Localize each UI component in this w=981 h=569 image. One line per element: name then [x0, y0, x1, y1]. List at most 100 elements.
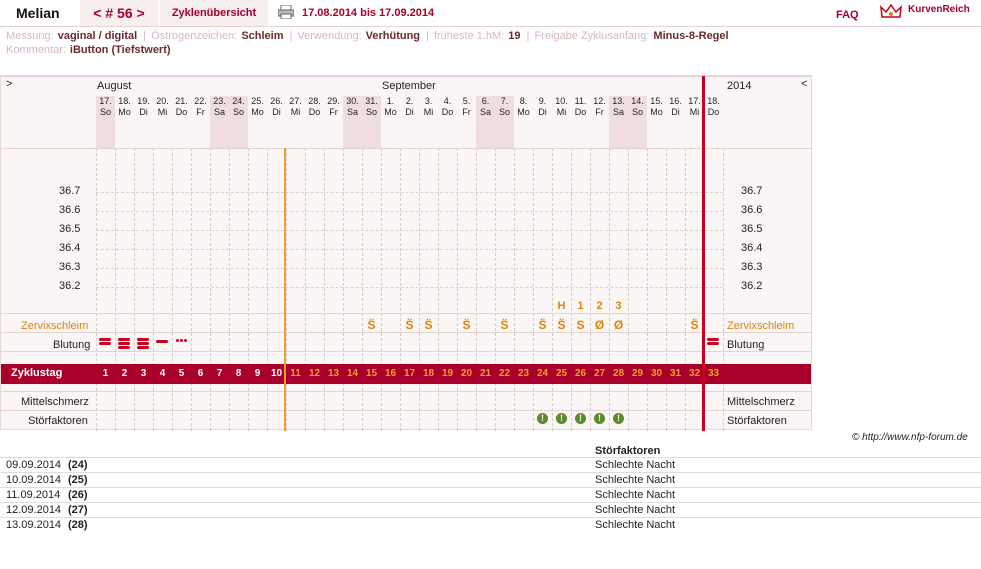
day-weekday: Do	[707, 107, 720, 117]
grid-vertical-line	[210, 148, 211, 431]
disturbance-icon: !	[556, 413, 567, 424]
cycle-day-number: 3	[140, 368, 147, 379]
temp-grid-line	[96, 230, 723, 231]
cycle-day-number: 7	[216, 368, 223, 379]
day-weekday: So	[365, 107, 377, 117]
copyright[interactable]: © http://www.nfp-forum.de	[852, 432, 968, 443]
day-date: 15.	[650, 96, 663, 106]
temp-label-left: 36.7	[59, 185, 81, 197]
cycle-day-number: 19	[441, 368, 454, 379]
day-weekday: Fr	[595, 107, 604, 117]
day-column: 1. Mo	[381, 96, 400, 148]
temp-label-right: 36.5	[741, 223, 763, 235]
blutung-label-right: Blutung	[727, 339, 765, 351]
stoer-label-right: Störfaktoren	[727, 415, 787, 427]
freigabe-label: Freigabe Zyklusanfang:	[534, 30, 650, 42]
cycle-day-number: 21	[479, 368, 492, 379]
zervix-mark: S̈	[367, 318, 376, 332]
cycle-day-number: 27	[593, 368, 606, 379]
bleeding-mark	[156, 340, 168, 343]
cycle-nav-button[interactable]: < # 56 >	[80, 0, 158, 26]
overview-tab[interactable]: Zyklenübersicht	[160, 0, 268, 26]
cycle-day-number: 11	[290, 368, 301, 379]
day-column: 21. Do	[172, 96, 191, 148]
day-date: 20.	[156, 96, 169, 106]
day-column: 2. Di	[400, 96, 419, 148]
day-weekday: Mo	[650, 107, 663, 117]
faq-link[interactable]: FAQ	[836, 2, 859, 28]
stoer-table-row: 11.09.2014 (26) Schlechte Nacht	[0, 487, 981, 503]
day-weekday: Do	[175, 107, 188, 117]
peak-count-mark: 2	[596, 300, 603, 312]
day-date: 17.	[99, 96, 112, 106]
grid-vertical-line	[609, 148, 610, 431]
day-date: 24.	[232, 96, 245, 106]
month-september: September	[382, 80, 436, 92]
day-column: 15. Mo	[647, 96, 666, 148]
stoer-date: 11.09.2014	[6, 489, 61, 501]
stoer-date: 10.09.2014	[6, 474, 62, 486]
stoer-date: 13.09.2014	[6, 519, 62, 531]
bleeding-mark	[99, 342, 111, 345]
day-column: 18. Do	[704, 96, 723, 148]
printer-icon[interactable]	[278, 5, 294, 19]
day-weekday: So	[99, 107, 111, 117]
user-name: Melian	[16, 5, 60, 21]
day-column: 6. Sa	[476, 96, 495, 148]
day-date: 13.	[612, 96, 625, 106]
day-weekday: Sa	[479, 107, 491, 117]
day-column: 9. Di	[533, 96, 552, 148]
stoer-date: 12.09.2014	[6, 504, 62, 516]
stoer-description: Schlechte Nacht	[595, 504, 676, 516]
day-date: 31.	[365, 96, 378, 106]
day-column: 8. Mo	[514, 96, 533, 148]
day-column: 10. Mi	[552, 96, 571, 148]
day-weekday: Sa	[213, 107, 225, 117]
temp-grid-line	[96, 211, 723, 212]
day-weekday: Mi	[423, 107, 434, 117]
kommentar-label: Kommentar:	[6, 44, 66, 56]
day-date: 14.	[631, 96, 644, 106]
cycle-day-number: 4	[159, 368, 166, 379]
grid-vertical-line	[400, 148, 401, 431]
cycle-day-number: 18	[422, 368, 435, 379]
bleeding-mark	[707, 342, 719, 345]
grid-vertical-line	[286, 148, 287, 431]
zervix-mark: Ø	[613, 318, 624, 332]
mittelschmerz-label-right: Mittelschmerz	[727, 396, 795, 408]
day-date: 26.	[270, 96, 283, 106]
cycle-day-number: 14	[346, 368, 359, 379]
blutung-label-left: Blutung	[53, 339, 91, 351]
cycle-day-number: 15	[365, 368, 378, 379]
day-column: 28. Do	[305, 96, 324, 148]
spotting-mark	[176, 339, 179, 342]
grid-vertical-line	[723, 148, 724, 431]
disturbance-icon: !	[594, 413, 605, 424]
grid-vertical-line	[476, 148, 477, 431]
day-date: 8.	[519, 96, 528, 106]
day-weekday: So	[232, 107, 244, 117]
stoer-description: Schlechte Nacht	[595, 474, 676, 486]
temp-label-left: 36.6	[59, 204, 81, 216]
ovulation-marker-line	[284, 148, 286, 431]
day-weekday: Di	[272, 107, 281, 117]
day-column: 13. Sa	[609, 96, 628, 148]
day-weekday: Sa	[346, 107, 358, 117]
spotting-mark	[180, 339, 183, 342]
date-range: 17.08.2014 bis 17.09.2014	[302, 7, 435, 19]
nav-next[interactable]: <	[801, 78, 807, 90]
logo-text[interactable]: KurvenReich	[908, 4, 970, 15]
cycle-day-number: 1	[102, 368, 109, 379]
stoer-label-left: Störfaktoren	[28, 415, 88, 427]
day-column: 18. Mo	[115, 96, 134, 148]
day-column: 29. Fr	[324, 96, 343, 148]
grid-vertical-line	[343, 148, 344, 431]
day-weekday: Do	[574, 107, 587, 117]
day-date: 23.	[213, 96, 226, 106]
nav-prev[interactable]: >	[6, 78, 12, 90]
day-column: 19. Di	[134, 96, 153, 148]
cycle-day-number: 9	[254, 368, 261, 379]
day-weekday: Di	[671, 107, 680, 117]
zervix-label-right: Zervixschleim	[727, 320, 795, 332]
day-date: 28.	[308, 96, 321, 106]
